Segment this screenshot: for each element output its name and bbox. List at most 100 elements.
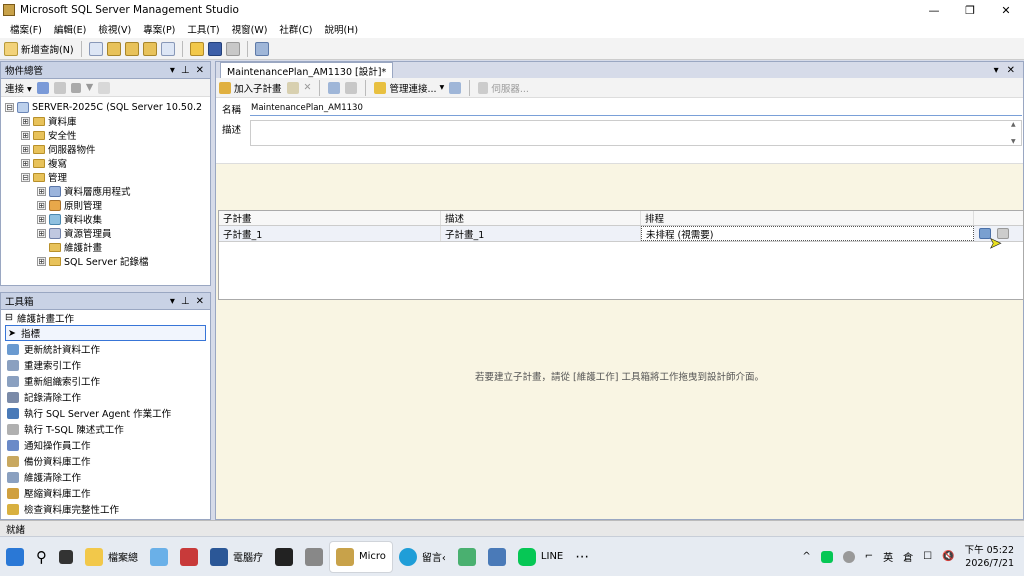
tree-node-sql-server-logs[interactable]: ⊞ SQL Server 記錄檔 — [37, 254, 149, 268]
analysis-query-icon[interactable] — [124, 41, 139, 56]
name-input[interactable]: MaintenancePlan_AM1130 — [250, 101, 1022, 116]
scroll-up-icon[interactable]: ▲ — [1011, 121, 1021, 128]
subplan-schedule-cell[interactable]: 未排程 (視需要) — [641, 226, 974, 241]
tree-node-server[interactable]: ⊟ SERVER-2025C (SQL Server 10.50.2 — [5, 100, 202, 114]
taskbar-more-button[interactable]: ⋯ — [569, 541, 595, 573]
print-icon[interactable] — [225, 41, 240, 56]
toolbox-item[interactable]: 執行 SQL Server Agent 作業工作 — [1, 405, 210, 421]
manage-connections-button[interactable]: 管理連接... ▾ — [374, 81, 444, 95]
remove-schedule-icon[interactable] — [345, 81, 358, 94]
mdx-query-icon[interactable] — [142, 41, 157, 56]
tree-node-maintenance-plans[interactable]: 維護計畫 — [49, 240, 102, 254]
servers-button[interactable]: 伺服器... — [478, 81, 529, 95]
pen-icon[interactable]: ⌐ — [865, 551, 873, 562]
tree-node-databases[interactable]: ⊞ 資料庫 — [21, 114, 77, 128]
tree-node-resource-governor[interactable]: ⊞ 資源管理員 — [37, 226, 112, 240]
taskbar-app[interactable] — [482, 541, 512, 573]
collapse-icon[interactable]: ⊟ — [5, 102, 14, 112]
subplan-name-cell[interactable]: 子計畫_1 — [219, 226, 441, 241]
menu-help[interactable]: 說明(H) — [318, 22, 364, 36]
panel-close-icon[interactable]: ✕ — [196, 296, 204, 307]
taskbar-app[interactable] — [144, 541, 174, 573]
line-tray-icon[interactable] — [820, 550, 833, 563]
expand-icon[interactable]: ⊞ — [37, 228, 46, 238]
expand-icon[interactable]: ⊞ — [37, 186, 46, 196]
stop-icon[interactable] — [70, 82, 81, 93]
toolbox-item[interactable]: 更新統計資料工作 — [1, 341, 210, 357]
pin-icon[interactable]: ⊥ — [181, 296, 190, 307]
taskbar-app[interactable] — [299, 541, 329, 573]
toolbox-item[interactable]: 通知操作員工作 — [1, 437, 210, 453]
tab-close-icon[interactable]: ✕ — [1007, 65, 1015, 76]
description-scrollbar[interactable]: ▲ ▼ — [1011, 121, 1021, 145]
volume-muted-icon[interactable]: 🔇 — [942, 551, 954, 562]
add-subplan-button[interactable]: 加入子計畫 — [219, 81, 282, 95]
tray-app-icon[interactable] — [842, 550, 855, 563]
clock[interactable]: 下午 05:22 2026/7/21 — [965, 544, 1014, 570]
toolbox-item[interactable]: 壓縮資料庫工作 — [1, 485, 210, 501]
xmla-query-icon[interactable] — [160, 41, 175, 56]
close-button[interactable]: ✕ — [988, 0, 1024, 20]
connect-dropdown[interactable]: 連接 ▾ — [5, 81, 32, 95]
taskbar-app[interactable] — [174, 541, 204, 573]
toolbox-item[interactable]: 重新組織索引工作 — [1, 373, 210, 389]
tree-node-data-collection[interactable]: ⊞ 資料收集 — [37, 212, 102, 226]
tree-node-management[interactable]: ⊟ 管理 — [21, 170, 67, 184]
toolbox-item[interactable]: 檢查資料庫完整性工作 — [1, 501, 210, 517]
expand-icon[interactable]: ⊞ — [21, 116, 30, 126]
chevron-up-icon[interactable]: ^ — [802, 551, 810, 562]
menu-view[interactable]: 檢視(V) — [92, 22, 137, 36]
ime-input-indicator[interactable]: 倉 — [903, 549, 913, 564]
delete-icon[interactable]: ✕ — [304, 82, 312, 93]
start-button[interactable] — [0, 541, 30, 573]
connect-icon[interactable] — [36, 81, 49, 94]
refresh-icon[interactable] — [98, 81, 111, 94]
edit-icon[interactable] — [286, 81, 299, 94]
expand-icon[interactable]: ⊞ — [21, 144, 30, 154]
network-icon[interactable]: ☐ — [923, 551, 932, 562]
panel-close-icon[interactable]: ✕ — [196, 65, 204, 76]
taskbar-file-explorer[interactable]: 檔案總 — [79, 541, 144, 573]
expand-icon[interactable]: ⊞ — [21, 130, 30, 140]
menu-file[interactable]: 檔案(F) — [4, 22, 48, 36]
collapse-icon[interactable]: ⊟ — [21, 172, 30, 182]
taskbar-ssms[interactable]: Micro — [329, 540, 393, 573]
tree-node-policy-management[interactable]: ⊞ 原則管理 — [37, 198, 102, 212]
column-header-subplan[interactable]: 子計畫 — [219, 211, 441, 225]
scroll-down-icon[interactable]: ▼ — [1011, 138, 1021, 145]
menu-community[interactable]: 社群(C) — [273, 22, 318, 36]
taskbar-line[interactable]: LINE — [512, 541, 569, 573]
menu-project[interactable]: 專案(P) — [137, 22, 181, 36]
toolbox-item-pointer[interactable]: ➤ 指標 — [5, 325, 206, 341]
minimize-button[interactable]: — — [916, 0, 952, 20]
toolbox-item[interactable]: 備份資料庫工作 — [1, 453, 210, 469]
database-query-icon[interactable] — [106, 41, 121, 56]
pin-icon[interactable]: ⊥ — [181, 65, 190, 76]
tab-maintenance-plan[interactable]: MaintenancePlan_AM1130 [設計]* — [220, 62, 394, 78]
expand-icon[interactable]: ⊞ — [21, 158, 30, 168]
tab-dropdown-icon[interactable]: ▾ — [994, 65, 999, 76]
tree-node-data-tier-apps[interactable]: ⊞ 資料層應用程式 — [37, 184, 131, 198]
open-folder-icon[interactable] — [189, 41, 204, 56]
description-input[interactable]: ▲ ▼ — [250, 120, 1022, 146]
task-view-button[interactable] — [53, 541, 79, 573]
search-button[interactable]: ⚲ — [30, 541, 53, 573]
tree-node-security[interactable]: ⊞ 安全性 — [21, 128, 77, 142]
menu-edit[interactable]: 編輯(E) — [48, 22, 92, 36]
subplan-description-cell[interactable]: 子計畫_1 — [441, 226, 641, 241]
panel-dropdown-icon[interactable]: ▾ — [170, 296, 175, 307]
menu-tools[interactable]: 工具(T) — [181, 22, 225, 36]
reporting-icon[interactable] — [449, 81, 462, 94]
taskbar-word[interactable]: 電腦疗 — [204, 541, 269, 573]
schedule-icon[interactable] — [328, 81, 341, 94]
tree-node-replication[interactable]: ⊞ 複寫 — [21, 156, 67, 170]
taskbar-app[interactable] — [452, 541, 482, 573]
collapse-icon[interactable]: ⊟ — [5, 312, 13, 323]
toolbox-item[interactable]: 執行 T-SQL 陳述式工作 — [1, 421, 210, 437]
column-header-description[interactable]: 描述 — [441, 211, 641, 225]
expand-icon[interactable]: ⊞ — [37, 200, 46, 210]
menu-window[interactable]: 視窗(W) — [226, 22, 274, 36]
new-query-button[interactable]: 新增查詢(N) — [4, 41, 74, 56]
save-icon[interactable] — [207, 41, 222, 56]
column-header-schedule[interactable]: 排程 — [641, 211, 974, 225]
